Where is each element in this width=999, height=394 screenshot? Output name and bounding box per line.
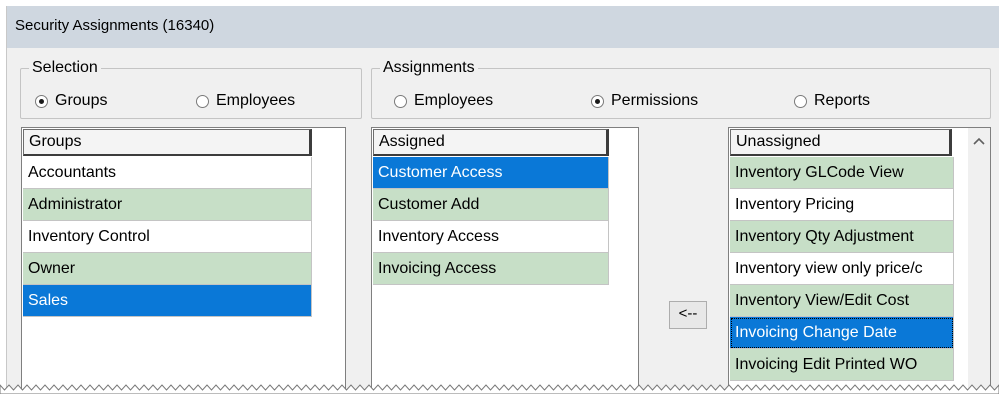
radio-label: Employees — [414, 92, 494, 109]
radio-groups[interactable]: Groups — [35, 91, 107, 111]
radio-label: Employees — [216, 92, 296, 109]
list-item[interactable]: Invoicing Edit Printed WO — [730, 349, 954, 381]
list-item[interactable]: Invoicing Change Date — [730, 317, 954, 349]
radio-indicator[interactable] — [35, 94, 48, 108]
radio-label: Reports — [814, 92, 871, 109]
list-item[interactable]: Inventory Access — [373, 221, 609, 253]
assignments-legend: Assignments — [380, 58, 478, 78]
unassigned-scrollbar[interactable] — [968, 128, 990, 394]
selection-groupbox: Selection Groups Employees — [20, 58, 362, 119]
groups-list[interactable]: Groups Accountants Administrator Inventory… — [21, 127, 346, 394]
assigned-list[interactable]: Assigned Customer Access Customer Add Inve… — [371, 127, 639, 394]
assigned-column-header[interactable]: Assigned — [373, 129, 609, 156]
list-item[interactable]: Administrator — [23, 189, 312, 221]
move-to-assigned-button[interactable]: <-- — [669, 301, 707, 329]
radio-indicator[interactable] — [794, 94, 807, 108]
groups-rows: Accountants Administrator Inventory Contro… — [23, 157, 312, 317]
assignments-groupbox: Assignments Employees Permissions Report… — [371, 58, 991, 119]
list-item[interactable]: Sales — [23, 285, 312, 317]
selection-legend: Selection — [29, 58, 101, 78]
radio-indicator[interactable] — [196, 94, 209, 108]
list-item[interactable]: Inventory Control — [23, 221, 312, 253]
unassigned-column-header[interactable]: Unassigned — [730, 129, 952, 156]
torn-edge-decoration — [0, 384, 999, 394]
unassigned-list[interactable]: Unassigned Inventory GLCode View Inventor… — [728, 127, 991, 394]
chevron-up-icon[interactable] — [973, 136, 985, 146]
list-item[interactable]: Customer Access — [373, 157, 609, 189]
list-item[interactable]: Customer Add — [373, 189, 609, 221]
radio-employees[interactable]: Employees — [196, 91, 295, 111]
radio-assign-employees[interactable]: Employees — [394, 91, 493, 111]
title-bar[interactable]: Security Assignments (16340) — [7, 6, 999, 48]
radio-label: Permissions — [611, 92, 699, 109]
assigned-rows: Customer Access Customer Add Inventory Acc… — [373, 157, 609, 285]
unassigned-rows: Inventory GLCode View Inventory Pricing In… — [730, 157, 954, 381]
window-title: Security Assignments (16340) — [15, 17, 215, 34]
list-item[interactable]: Owner — [23, 253, 312, 285]
list-item[interactable]: Inventory View/Edit Cost — [730, 285, 954, 317]
radio-indicator[interactable] — [394, 94, 407, 108]
security-assignments-window: Security Assignments (16340) Selection G… — [6, 6, 999, 394]
list-item[interactable]: Inventory GLCode View — [730, 157, 954, 189]
groups-column-header[interactable]: Groups — [23, 129, 312, 156]
list-item[interactable]: Inventory Qty Adjustment — [730, 221, 954, 253]
radio-label: Groups — [55, 92, 108, 109]
radio-indicator[interactable] — [591, 94, 604, 108]
list-item[interactable]: Invoicing Access — [373, 253, 609, 285]
radio-permissions[interactable]: Permissions — [591, 91, 698, 111]
radio-reports[interactable]: Reports — [794, 91, 870, 111]
list-item[interactable]: Accountants — [23, 157, 312, 189]
list-item[interactable]: Inventory view only price/c — [730, 253, 954, 285]
list-item[interactable]: Inventory Pricing — [730, 189, 954, 221]
